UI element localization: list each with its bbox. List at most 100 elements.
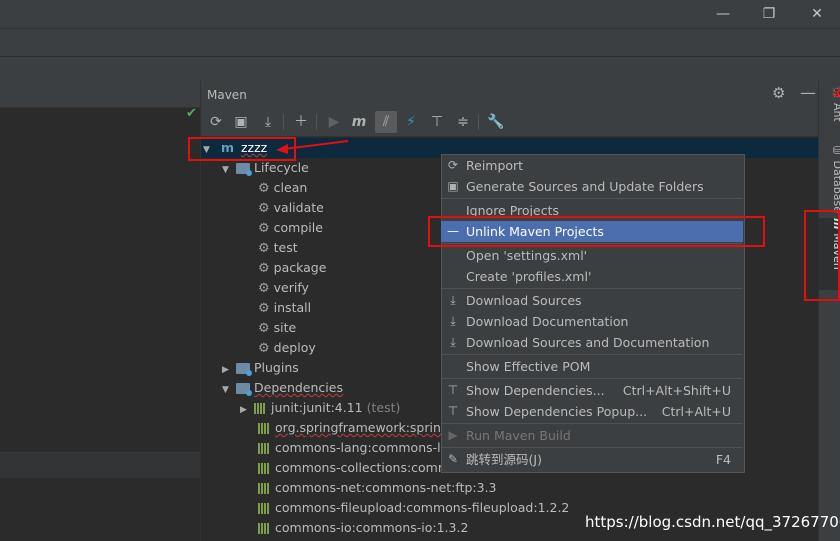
reimport-icon[interactable]: ⟳ xyxy=(205,111,227,133)
close-button[interactable]: ✕ xyxy=(794,0,840,28)
edit-pencil-icon: ✎ xyxy=(447,452,459,466)
navigation-bar xyxy=(0,56,840,81)
ant-tab-label: Ant xyxy=(831,102,840,122)
gear-icon[interactable]: ⚙ xyxy=(772,84,785,102)
dependency-name: commons-io:commons-io:1.3.2 xyxy=(275,520,469,535)
menu-item-jump-to-source[interactable]: ✎ 跳转到源码(J) F4 xyxy=(441,449,743,470)
menu-item-show-dependencies-popup[interactable]: ⊤ Show Dependencies Popup... Ctrl+Alt+U xyxy=(441,401,743,422)
download-icon[interactable]: ⤓ xyxy=(257,111,279,133)
settings-wrench-icon[interactable]: 🔧 xyxy=(485,111,507,133)
dependency-name: commons-lang:commons-lan xyxy=(275,440,457,455)
menu-item-download-sources-and-docs[interactable]: ⤓ Download Sources and Documentation xyxy=(441,332,743,353)
menu-item-show-dependencies[interactable]: ⊤ Show Dependencies... Ctrl+Alt+Shift+U xyxy=(441,380,743,401)
show-dependencies-icon[interactable]: ⊤ xyxy=(426,111,448,133)
generate-sources-icon: ▣ xyxy=(447,179,459,193)
plugins-label: Plugins xyxy=(254,360,299,375)
hide-panel-icon[interactable]: — xyxy=(800,83,816,102)
toolbar-separator xyxy=(316,114,317,130)
panel-title: Maven xyxy=(207,88,247,102)
maven-panel-header xyxy=(201,81,818,108)
expand-arrow-icon[interactable]: ▼ xyxy=(222,380,236,400)
dependency-name: org.springframework:spring xyxy=(275,420,449,435)
menu-item-run-maven-build[interactable]: ▶ Run Maven Build xyxy=(441,425,743,446)
add-icon[interactable]: ＋ xyxy=(290,111,312,133)
dependencies-folder-icon xyxy=(236,383,252,396)
lifecycle-goal-deploy[interactable]: ⚙ deploy xyxy=(258,338,316,358)
ant-tab[interactable]: 🐞 Ant xyxy=(818,86,840,126)
gear-icon: ⚙ xyxy=(258,241,270,256)
annotation-arrow xyxy=(276,140,349,154)
dependency-row[interactable]: commons-fileupload:commons-fileupload:1.… xyxy=(258,498,569,518)
reimport-icon: ⟳ xyxy=(447,158,459,172)
lifecycle-goal-test[interactable]: ⚙ test xyxy=(258,238,298,258)
lifecycle-goal-clean[interactable]: ⚙ clean xyxy=(258,178,307,198)
download-icon: ⤓ xyxy=(450,314,456,328)
dependencies-diagram-icon: ⊤ xyxy=(447,383,459,397)
menu-item-download-sources[interactable]: ⤓ Download Sources xyxy=(441,290,743,311)
menu-separator xyxy=(442,198,742,199)
menu-item-generate-sources[interactable]: ▣ Generate Sources and Update Folders xyxy=(441,176,743,197)
gear-icon: ⚙ xyxy=(258,221,270,236)
lifecycle-goal-install[interactable]: ⚙ install xyxy=(258,298,311,318)
lifecycle-goal-verify[interactable]: ⚙ verify xyxy=(258,278,309,298)
collapse-arrow-icon[interactable]: ▶ xyxy=(240,400,254,420)
database-tab-label: Database xyxy=(831,160,840,214)
menu-separator xyxy=(442,447,742,448)
gear-icon: ⚙ xyxy=(258,281,270,296)
dependency-name: commons-fileupload:commons-fileupload:1.… xyxy=(275,500,570,515)
checkmark-icon: ✔ xyxy=(186,106,197,121)
lifecycle-goal-label: verify xyxy=(273,280,309,295)
collapse-arrow-icon[interactable]: ▶ xyxy=(222,360,236,380)
skip-tests-icon[interactable]: ⚡ xyxy=(400,111,422,133)
menu-item-download-documentation[interactable]: ⤓ Download Documentation xyxy=(441,311,743,332)
gear-icon: ⚙ xyxy=(258,201,270,216)
menu-item-reimport[interactable]: ⟳ Reimport xyxy=(441,155,743,176)
dependency-row[interactable]: commons-lang:commons-lan xyxy=(258,438,456,458)
editor-lower-strip xyxy=(0,452,200,478)
download-icon: ⤓ xyxy=(450,335,456,349)
gear-icon: ⚙ xyxy=(258,301,270,316)
expand-arrow-icon[interactable]: ▼ xyxy=(222,160,236,180)
maven-m-icon[interactable]: m xyxy=(348,111,370,133)
dependencies-diagram-icon: ⊤ xyxy=(447,404,459,418)
gear-icon: ⚙ xyxy=(258,261,270,276)
library-icon xyxy=(258,463,270,474)
ant-icon: 🐞 xyxy=(831,86,840,100)
lifecycle-goal-label: package xyxy=(273,260,327,275)
menu-item-show-effective-pom[interactable]: Show Effective POM xyxy=(441,356,743,377)
tree-lifecycle-row[interactable]: ▼ Lifecycle xyxy=(222,158,309,178)
minimize-button[interactable]: — xyxy=(700,0,746,28)
lifecycle-goal-package[interactable]: ⚙ package xyxy=(258,258,326,278)
annotation-box-unlink xyxy=(428,216,765,247)
dependency-scope: (test) xyxy=(366,400,401,415)
library-icon xyxy=(254,403,266,414)
collapse-all-icon[interactable]: ≑ xyxy=(452,111,474,133)
dependency-row[interactable]: commons-net:commons-net:ftp:3.3 xyxy=(258,478,497,498)
tree-plugins-row[interactable]: ▶ Plugins xyxy=(222,358,299,378)
menu-separator xyxy=(442,378,742,379)
tree-dependencies-row[interactable]: ▼ Dependencies xyxy=(222,378,343,398)
dependency-row[interactable]: org.springframework:spring xyxy=(258,418,449,438)
dependency-row[interactable]: commons-io:commons-io:1.3.2 xyxy=(258,518,468,538)
generate-sources-icon[interactable]: ▣ xyxy=(230,111,252,133)
gear-icon: ⚙ xyxy=(258,341,270,356)
restore-button[interactable]: ❐ xyxy=(746,0,792,28)
lifecycle-goal-site[interactable]: ⚙ site xyxy=(258,318,296,338)
toggle-offline-icon[interactable]: ⫽ xyxy=(375,111,397,133)
database-tab[interactable]: ⛁ Database xyxy=(818,144,840,214)
menu-separator xyxy=(442,354,742,355)
menu-item-create-profiles[interactable]: Create 'profiles.xml' xyxy=(441,266,743,287)
download-icon: ⤓ xyxy=(450,293,456,307)
toolbar-separator xyxy=(283,114,284,130)
lifecycle-label: Lifecycle xyxy=(254,160,309,175)
lifecycle-goal-validate[interactable]: ⚙ validate xyxy=(258,198,324,218)
menu-item-open-settings[interactable]: Open 'settings.xml' xyxy=(441,245,743,266)
lifecycle-goal-compile[interactable]: ⚙ compile xyxy=(258,218,323,238)
lifecycle-goal-label: site xyxy=(273,320,297,335)
editor-tab-strip xyxy=(0,81,200,108)
dependency-row[interactable]: ▶ junit:junit:4.11 (test) xyxy=(240,398,400,418)
database-icon: ⛁ xyxy=(831,144,840,157)
dependencies-label: Dependencies xyxy=(254,380,343,395)
library-icon xyxy=(258,443,270,454)
run-icon[interactable]: ▶ xyxy=(323,111,345,133)
